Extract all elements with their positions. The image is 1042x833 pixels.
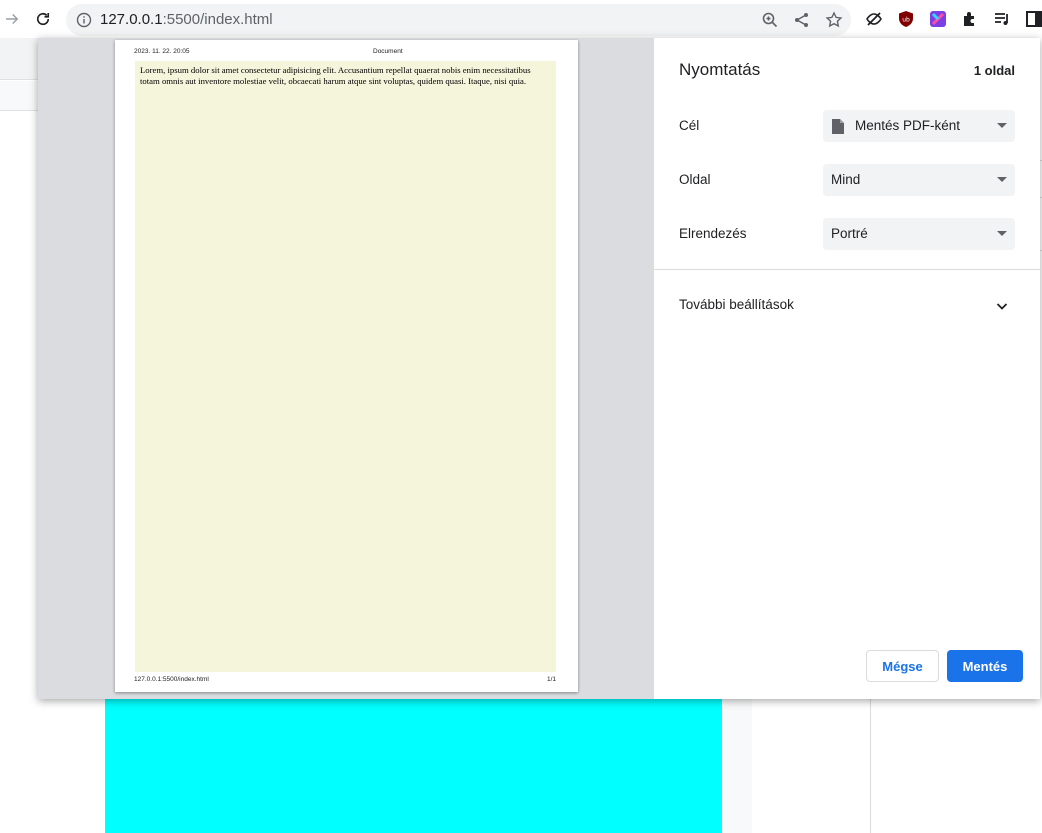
ublock-shield-icon[interactable]: ub (897, 10, 915, 28)
colorful-extension-icon[interactable] (929, 10, 947, 28)
forward-arrow-icon[interactable] (2, 9, 22, 29)
pages-select[interactable]: Mind (823, 164, 1015, 196)
url-path: :5500/index.html (162, 11, 273, 28)
reload-icon[interactable] (33, 9, 53, 29)
background-divider (870, 698, 871, 833)
destination-select[interactable]: Mentés PDF-ként (823, 110, 1015, 142)
reading-list-icon[interactable] (993, 10, 1011, 28)
layout-value: Portré (831, 226, 868, 241)
url-host: 127.0.0.1 (100, 11, 163, 28)
preview-header-title: Document (373, 48, 403, 55)
preview-footer-page: 1/1 (547, 676, 557, 683)
background-cyan-block (105, 698, 722, 833)
settings-divider (654, 269, 1040, 270)
dropdown-caret-icon (997, 177, 1007, 182)
preview-footer-url: 127.0.0.1:5500/index.html (134, 676, 209, 683)
site-info-icon[interactable] (76, 12, 92, 28)
destination-label: Cél (679, 118, 700, 133)
pages-label: Oldal (679, 172, 711, 187)
address-bar[interactable]: 127.0.0.1:5500/index.html (66, 4, 851, 36)
url-text: 127.0.0.1:5500/index.html (100, 11, 273, 28)
bookmark-star-icon[interactable] (825, 11, 843, 29)
preview-header-date: 2023. 11. 22. 20:05 (134, 48, 190, 55)
svg-text:ub: ub (902, 17, 910, 24)
layout-select[interactable]: Portré (823, 218, 1015, 250)
destination-value: Mentés PDF-ként (855, 118, 961, 133)
save-button[interactable]: Mentés (947, 650, 1023, 682)
cancel-button[interactable]: Mégse (866, 650, 939, 682)
background-page-header (0, 38, 38, 80)
print-settings-panel: Nyomtatás 1 oldal Cél Mentés PDF-ként Ol… (654, 38, 1040, 699)
page-count: 1 oldal (973, 63, 1015, 78)
background-scroll-column (722, 698, 752, 833)
chevron-down-icon[interactable] (994, 298, 1010, 314)
dropdown-caret-icon (997, 231, 1007, 236)
side-panel-icon[interactable] (1025, 10, 1042, 28)
zoom-icon[interactable] (761, 11, 779, 29)
document-icon (831, 118, 845, 135)
more-settings-toggle[interactable]: További beállítások (679, 297, 794, 312)
preview-content: Lorem, ipsum dolor sit amet consectetur … (135, 61, 556, 672)
background-page-subheader (0, 81, 38, 111)
pages-value: Mind (831, 172, 861, 187)
browser-toolbar: 127.0.0.1:5500/index.html ub (0, 0, 1042, 38)
eye-off-extension-icon[interactable] (865, 10, 883, 28)
layout-label: Elrendezés (679, 226, 747, 241)
share-icon[interactable] (793, 11, 811, 29)
preview-body-text: Lorem, ipsum dolor sit amet consectetur … (140, 65, 531, 86)
dropdown-caret-icon (997, 123, 1007, 128)
preview-page: 2023. 11. 22. 20:05 Document Lorem, ipsu… (115, 40, 578, 692)
extensions-puzzle-icon[interactable] (961, 10, 979, 28)
print-preview-area: 2023. 11. 22. 20:05 Document Lorem, ipsu… (38, 38, 654, 699)
dialog-title: Nyomtatás (679, 60, 761, 79)
print-dialog: 2023. 11. 22. 20:05 Document Lorem, ipsu… (38, 38, 1040, 699)
